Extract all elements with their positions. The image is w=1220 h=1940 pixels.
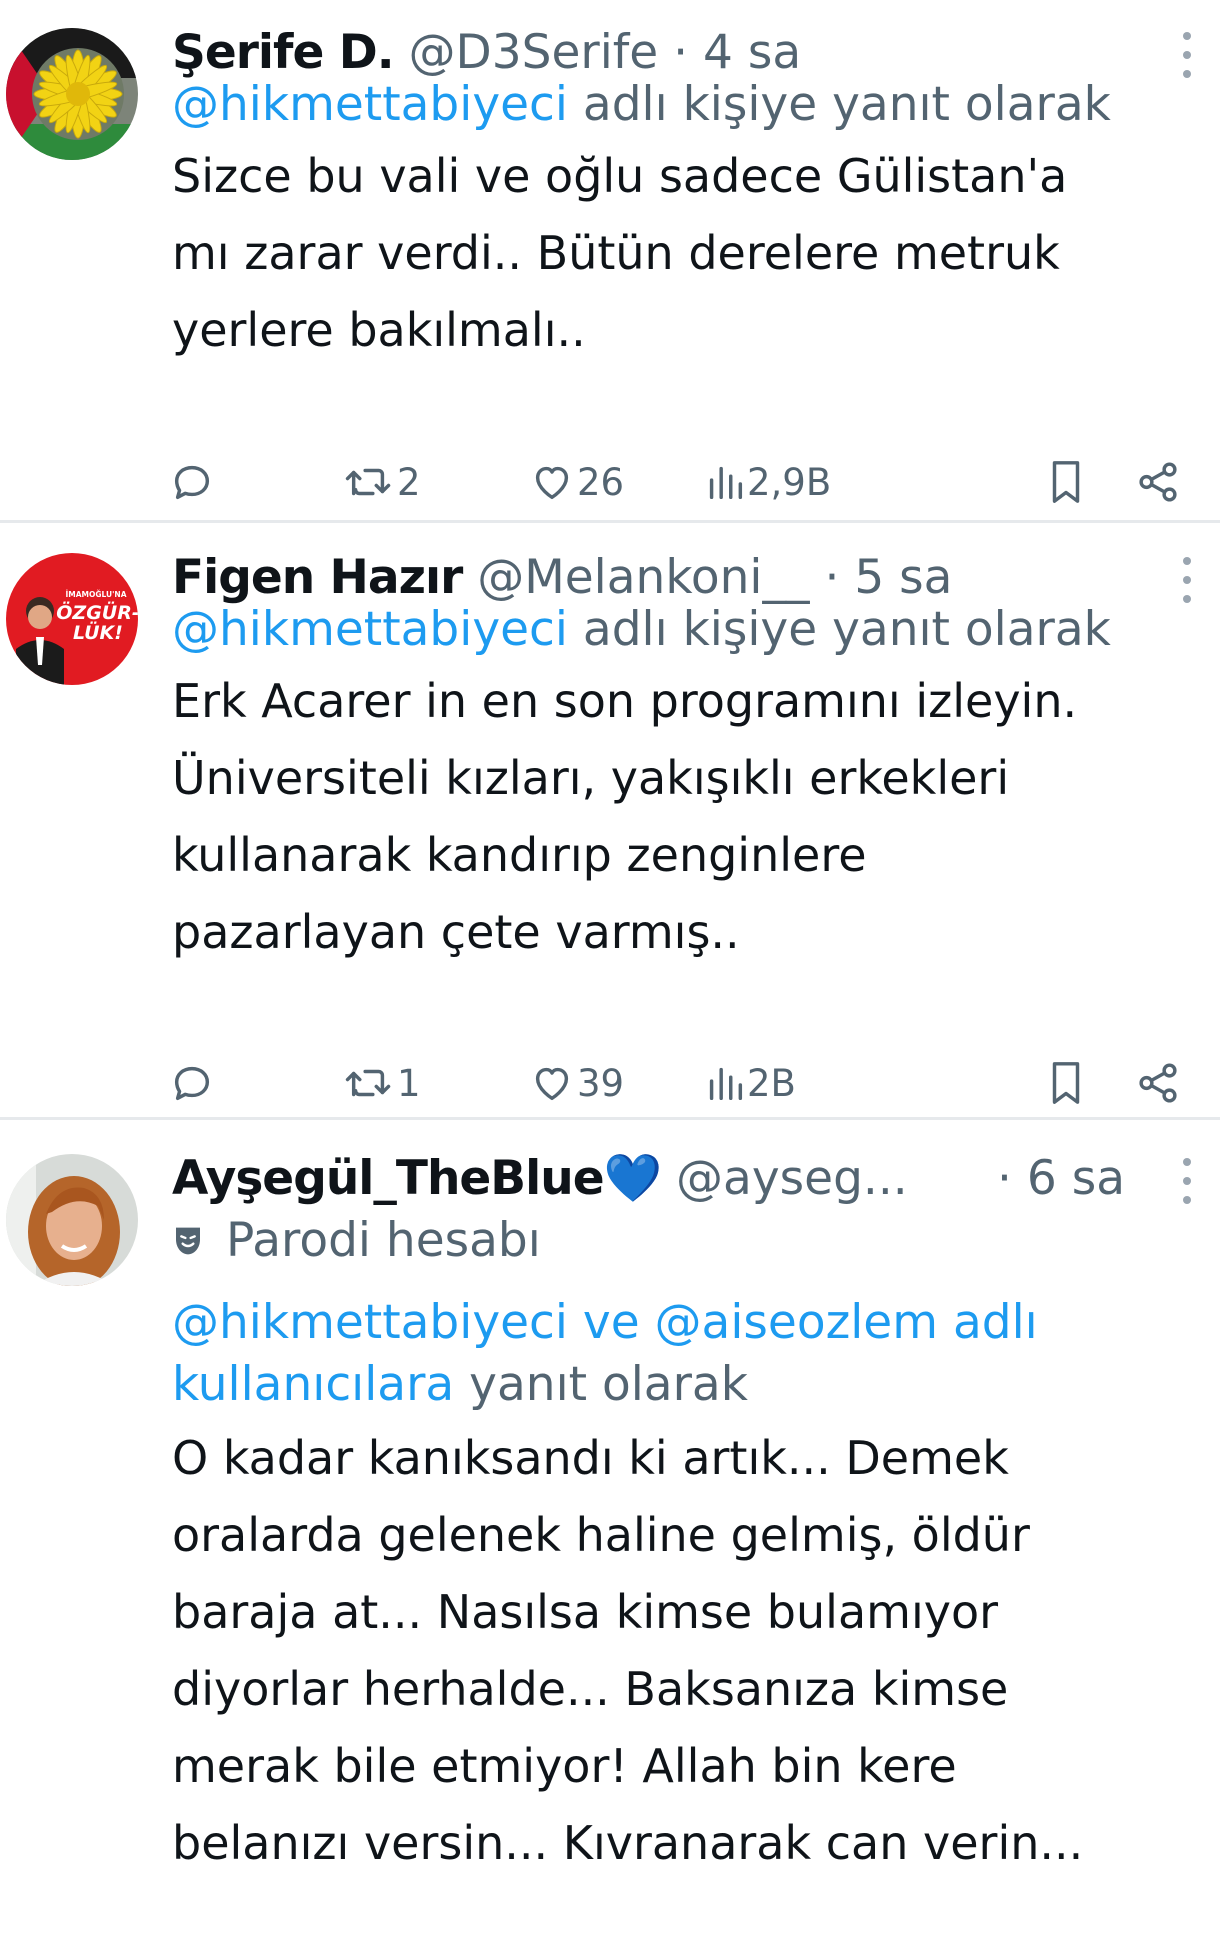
avatar[interactable]: İMAMOĞLU'NA ÖZGÜR- LÜK!: [6, 553, 138, 685]
action-bar: 1 39 2B: [169, 1053, 1179, 1113]
like-button[interactable]: 39: [529, 1053, 624, 1113]
reply-mention-link[interactable]: kullanıcılara: [172, 1357, 454, 1412]
views-count: 2B: [747, 1061, 796, 1105]
reply-context: kullanıcılara yanıt olarak: [172, 1354, 748, 1416]
reply-context-text: adlı kişiye yanıt olarak: [567, 77, 1111, 132]
display-name[interactable]: Figen Hazır: [172, 550, 463, 605]
tweet-text-line: Erk Acarer in en son programını izleyin.: [172, 674, 1078, 728]
views-count: 2,9B: [747, 460, 832, 504]
reply-context: @hikmettabiyeci ve @aiseozlem adlı: [172, 1292, 1038, 1354]
parody-label: Parodi hesabı: [226, 1213, 541, 1268]
views-button[interactable]: 2B: [705, 1053, 796, 1113]
like-icon: [535, 466, 569, 500]
retweet-icon: [345, 1069, 391, 1097]
tweet-text-line: belanızı versin... Kıvranarak can verin.…: [172, 1816, 1084, 1870]
avatar-text: LÜK!: [73, 620, 123, 644]
more-icon[interactable]: [1180, 1156, 1192, 1208]
parody-mask-icon: [176, 1227, 200, 1255]
avatar[interactable]: [6, 1154, 138, 1286]
like-icon: [535, 1067, 569, 1101]
more-icon[interactable]: [1180, 555, 1192, 607]
timestamp[interactable]: · 4 sa: [673, 25, 801, 80]
reply-mention-link[interactable]: @hikmettabiyeci: [172, 77, 568, 132]
share-icon: [1139, 1063, 1177, 1103]
display-name[interactable]: Şerife D.: [172, 25, 395, 80]
tweet-text: Erk Acarer in en son programını izleyin.…: [172, 663, 1077, 971]
reply-context: @hikmettabiyeci adlı kişiye yanıt olarak: [172, 74, 1111, 136]
avatar-text: İMAMOĞLU'NA: [65, 590, 126, 599]
reply-context-text: adlı kişiye yanıt olarak: [567, 602, 1111, 657]
bookmark-button[interactable]: [1043, 452, 1089, 512]
reply-icon: [174, 1066, 210, 1101]
share-icon: [1139, 462, 1177, 502]
timestamp[interactable]: · 5 sa: [824, 550, 952, 605]
tweet-text-line: oralarda gelenek haline gelmiş, öldür: [172, 1508, 1030, 1562]
tweet-text-line: yerlere bakılmalı..: [172, 303, 586, 357]
action-bar: 2 26 2,9B: [169, 452, 1179, 512]
share-button[interactable]: [1135, 452, 1181, 512]
tweet[interactable]: Ayşegül_TheBlue💙 @ayseg... · 6 sa Parodi…: [0, 1120, 1220, 1940]
tweet-text-line: mı zarar verdi.. Bütün derelere metruk: [172, 226, 1060, 280]
views-icon: [709, 1067, 743, 1101]
display-name[interactable]: Ayşegül_TheBlue💙: [172, 1151, 662, 1206]
more-icon[interactable]: [1180, 30, 1192, 82]
bookmark-button[interactable]: [1043, 1053, 1089, 1113]
avatar-image: [6, 28, 138, 160]
retweet-count: 2: [397, 460, 421, 504]
reply-mention-link[interactable]: @hikmettabiyeci: [172, 602, 568, 657]
reply-button[interactable]: [169, 1053, 215, 1113]
share-button[interactable]: [1135, 1053, 1181, 1113]
retweet-count: 1: [397, 1061, 421, 1105]
retweet-icon: [345, 468, 391, 496]
avatar-image: [6, 1154, 138, 1286]
timestamp-wrap: · 6 sa: [997, 1148, 1125, 1210]
like-count: 26: [577, 460, 625, 504]
tweet-text-line: Üniversiteli kızları, yakışıklı erkekler…: [172, 751, 1010, 805]
reply-button[interactable]: [169, 452, 215, 512]
tweet-text-line: merak bile etmiyor! Allah bin kere: [172, 1739, 957, 1793]
tweet-text-line: kullanarak kandırıp zenginlere: [172, 828, 867, 882]
avatar-text: ÖZGÜR-: [56, 600, 138, 624]
reply-context-text: yanıt olarak: [454, 1357, 748, 1412]
reply-icon: [174, 465, 210, 500]
avatar[interactable]: [6, 28, 138, 160]
tweet-text: O kadar kanıksandı ki artık... Demek ora…: [172, 1420, 1083, 1882]
views-button[interactable]: 2,9B: [705, 452, 831, 512]
like-count: 39: [577, 1061, 625, 1105]
tweet-text-line: Sizce bu vali ve oğlu sadece Gülistan'a: [172, 149, 1068, 203]
tweet-text-line: pazarlayan çete varmış..: [172, 905, 740, 959]
reply-mention-link[interactable]: @hikmettabiyeci ve @aiseozlem adlı: [172, 1295, 1038, 1350]
views-icon: [709, 466, 743, 500]
reply-context: @hikmettabiyeci adlı kişiye yanıt olarak: [172, 599, 1111, 661]
tweet-header: Ayşegül_TheBlue💙 @ayseg...: [172, 1148, 908, 1210]
retweet-button[interactable]: 1: [343, 1053, 421, 1113]
parody-badge: Parodi hesabı: [172, 1210, 541, 1272]
tweet-text-line: O kadar kanıksandı ki artık... Demek: [172, 1431, 1009, 1485]
bookmark-icon: [1052, 1062, 1080, 1104]
tweet[interactable]: İMAMOĞLU'NA ÖZGÜR- LÜK! Figen Hazır @Mel…: [0, 523, 1220, 1117]
tweet-text-line: diyorlar herhalde... Baksanıza kimse: [172, 1662, 1009, 1716]
tweet-text: Sizce bu vali ve oğlu sadece Gülistan'a …: [172, 138, 1067, 369]
retweet-button[interactable]: 2: [343, 452, 421, 512]
timestamp[interactable]: · 6 sa: [997, 1151, 1125, 1206]
avatar-image: İMAMOĞLU'NA ÖZGÜR- LÜK!: [6, 553, 138, 685]
tweet-text-line: baraja at... Nasılsa kimse bulamıyor: [172, 1585, 999, 1639]
user-handle[interactable]: @D3Serife: [409, 25, 659, 80]
user-handle[interactable]: @ayseg...: [676, 1151, 908, 1206]
like-button[interactable]: 26: [529, 452, 624, 512]
bookmark-icon: [1052, 461, 1080, 503]
user-handle[interactable]: @Melankoni__: [477, 550, 809, 605]
tweet[interactable]: Şerife D. @D3Serife · 4 sa @hikmettabiye…: [0, 0, 1220, 520]
